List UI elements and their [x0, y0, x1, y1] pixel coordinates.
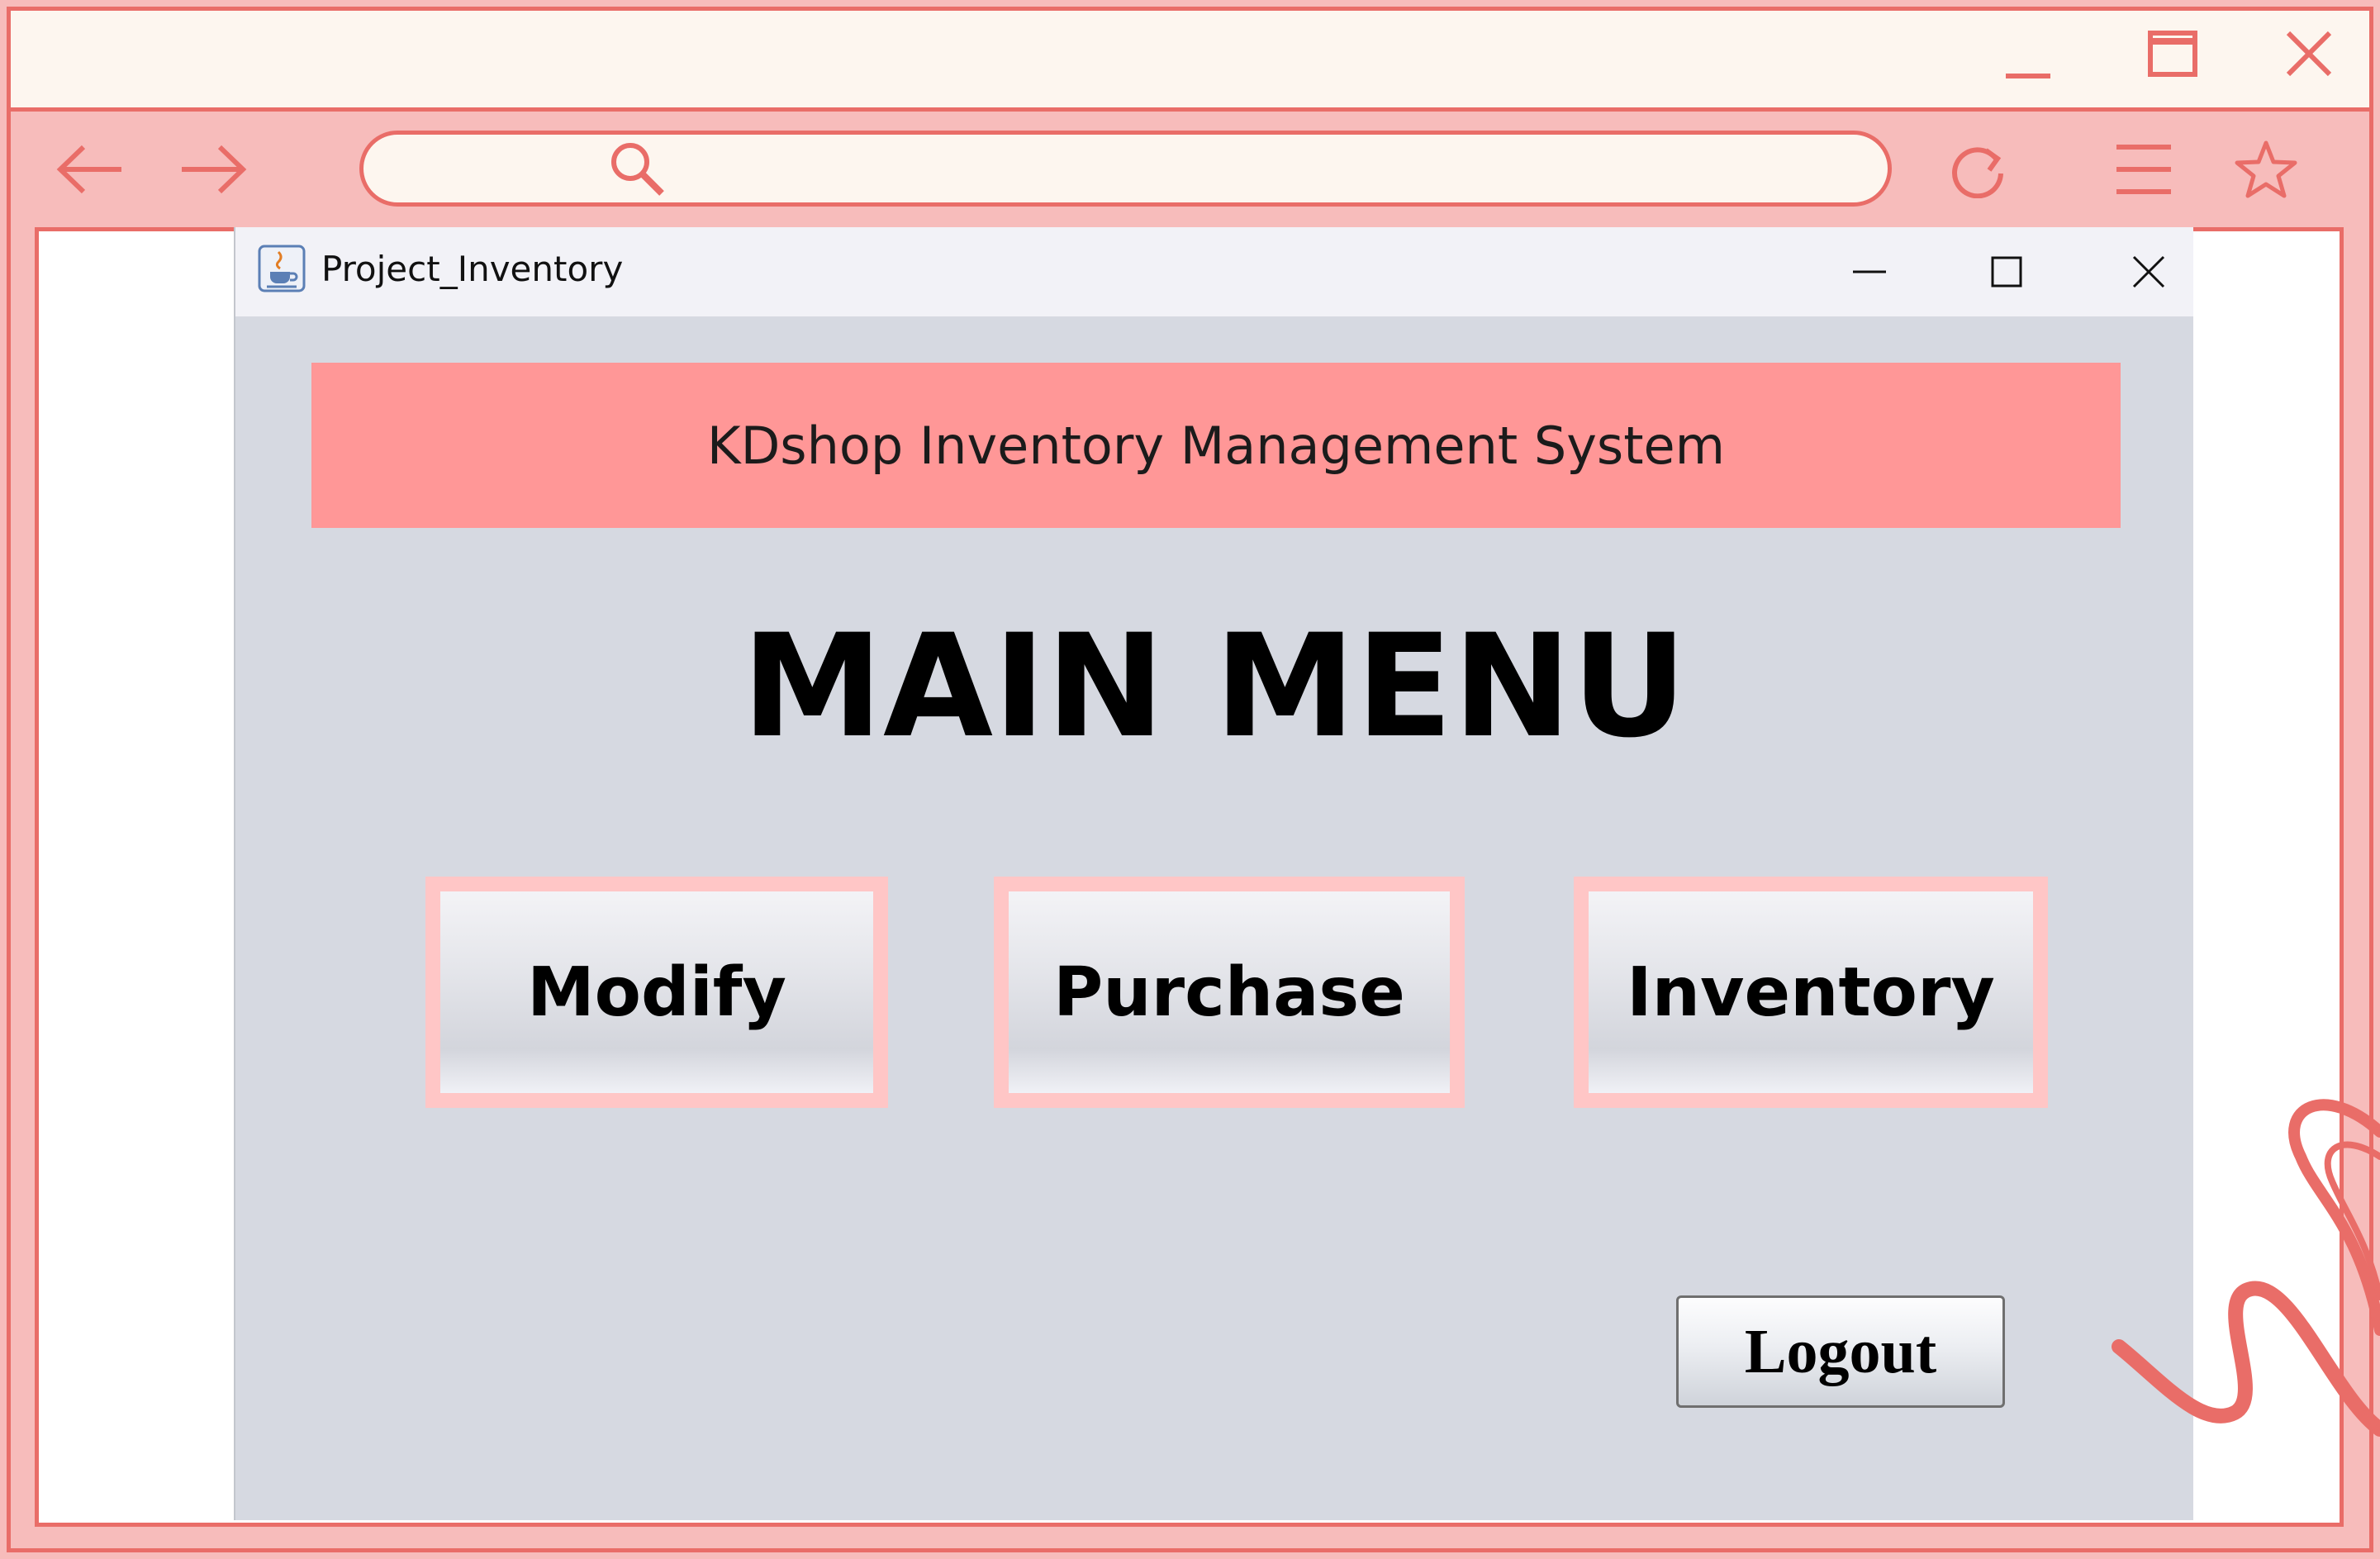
screen: Project_Inventory KDshop Inventory Manag… — [0, 0, 2380, 1559]
app-close-icon[interactable] — [2122, 245, 2175, 298]
app-title-bar: Project_Inventory — [235, 227, 2193, 316]
modify-button[interactable]: Modify — [425, 877, 888, 1108]
search-icon — [607, 139, 667, 198]
address-bar-input[interactable] — [359, 131, 1892, 207]
inventory-button[interactable]: Inventory — [1574, 877, 2048, 1108]
page-title: MAIN MENU — [741, 603, 1688, 769]
decorative-scribble — [2111, 1082, 2380, 1471]
modify-button-label: Modify — [527, 953, 786, 1032]
browser-close-icon[interactable] — [2280, 25, 2338, 83]
app-maximize-icon[interactable] — [1980, 245, 2033, 298]
browser-minimize-icon[interactable] — [1999, 25, 2057, 83]
app-minimize-icon[interactable] — [1843, 245, 1896, 298]
back-arrow-icon[interactable] — [54, 140, 128, 198]
purchase-button-label: Purchase — [1053, 953, 1405, 1032]
star-icon[interactable] — [2229, 140, 2303, 198]
purchase-button[interactable]: Purchase — [994, 877, 1465, 1108]
inventory-button-label: Inventory — [1627, 953, 1995, 1032]
logout-button-label: Logout — [1744, 1316, 1937, 1386]
app-window: Project_Inventory KDshop Inventory Manag… — [234, 227, 2193, 1520]
refresh-icon[interactable] — [1943, 140, 2017, 199]
menu-icon[interactable] — [2107, 140, 2181, 198]
forward-arrow-icon[interactable] — [175, 140, 249, 198]
java-cup-icon — [257, 244, 306, 293]
logout-button[interactable]: Logout — [1676, 1295, 2005, 1408]
header-title: KDshop Inventory Management System — [706, 415, 1726, 476]
browser-maximize-icon[interactable] — [2144, 25, 2202, 83]
app-window-title: Project_Inventory — [321, 249, 624, 289]
header-banner: KDshop Inventory Management System — [311, 363, 2121, 528]
